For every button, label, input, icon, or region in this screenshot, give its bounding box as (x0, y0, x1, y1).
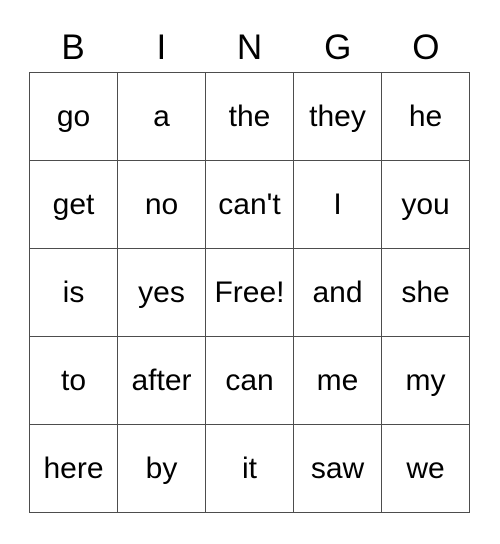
bingo-cell-b4[interactable]: to (30, 337, 118, 425)
bingo-cell-o1[interactable]: he (382, 73, 470, 161)
bingo-header-letter-g: G (324, 27, 352, 67)
bingo-cell-g4[interactable]: me (294, 337, 382, 425)
bingo-header-letter-i: I (156, 27, 167, 67)
bingo-grid-row: is yes Free! and she (30, 249, 470, 337)
bingo-grid-row: go a the they he (30, 73, 470, 161)
bingo-cell-o5[interactable]: we (382, 425, 470, 513)
bingo-cell-b5[interactable]: here (30, 425, 118, 513)
bingo-header-row: B I N G O (29, 22, 470, 72)
bingo-cell-i3[interactable]: yes (118, 249, 206, 337)
bingo-cell-i4[interactable]: after (118, 337, 206, 425)
bingo-cell-o2[interactable]: you (382, 161, 470, 249)
bingo-cell-g5[interactable]: saw (294, 425, 382, 513)
bingo-card: B I N G O go a the they he get no can't … (29, 22, 470, 513)
bingo-cell-n4[interactable]: can (206, 337, 294, 425)
bingo-grid-row: get no can't I you (30, 161, 470, 249)
bingo-cell-n1[interactable]: the (206, 73, 294, 161)
bingo-cell-b2[interactable]: get (30, 161, 118, 249)
bingo-cell-i5[interactable]: by (118, 425, 206, 513)
bingo-cell-n2[interactable]: can't (206, 161, 294, 249)
bingo-header-letter-o: O (412, 27, 440, 67)
bingo-cell-i2[interactable]: no (118, 161, 206, 249)
bingo-cell-free-space[interactable]: Free! (206, 249, 294, 337)
bingo-grid: go a the they he get no can't I you is y… (29, 72, 470, 513)
bingo-cell-o4[interactable]: my (382, 337, 470, 425)
bingo-header-letter-n: N (236, 27, 263, 67)
bingo-cell-g2[interactable]: I (294, 161, 382, 249)
bingo-cell-g1[interactable]: they (294, 73, 382, 161)
bingo-header-letter-b: B (61, 27, 85, 67)
bingo-grid-row: to after can me my (30, 337, 470, 425)
bingo-cell-o3[interactable]: she (382, 249, 470, 337)
bingo-cell-n5[interactable]: it (206, 425, 294, 513)
bingo-cell-b3[interactable]: is (30, 249, 118, 337)
bingo-cell-g3[interactable]: and (294, 249, 382, 337)
bingo-cell-i1[interactable]: a (118, 73, 206, 161)
bingo-cell-b1[interactable]: go (30, 73, 118, 161)
bingo-grid-row: here by it saw we (30, 425, 470, 513)
